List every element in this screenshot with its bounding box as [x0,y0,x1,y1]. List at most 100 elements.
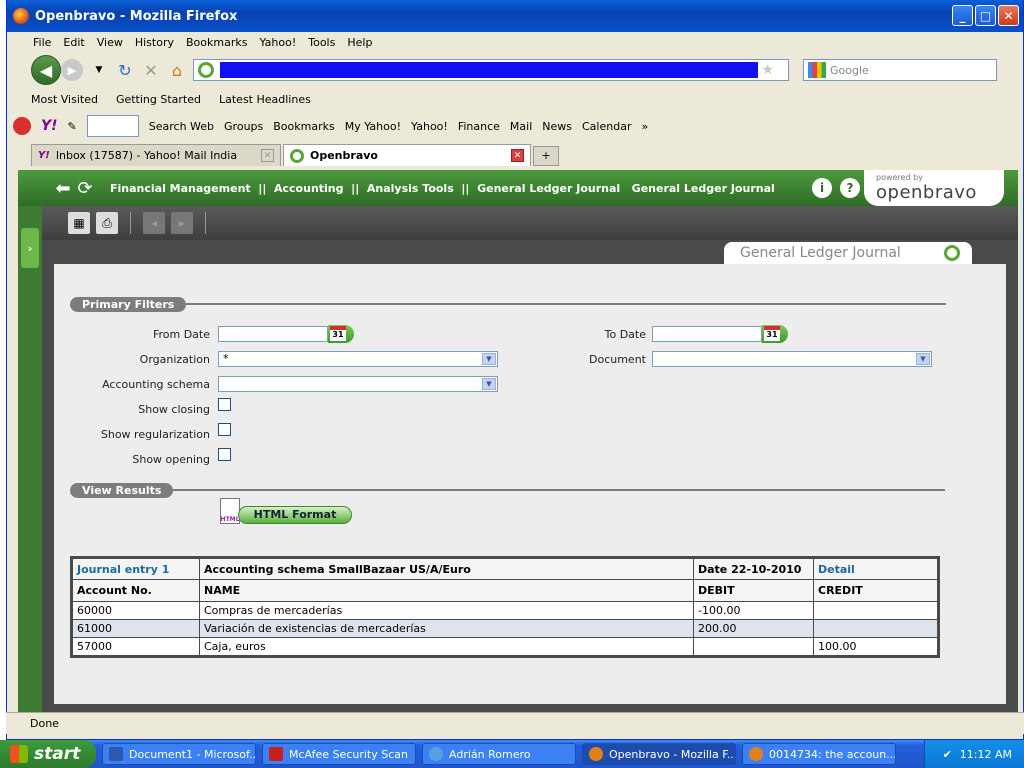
expand-menu-icon[interactable]: › [21,228,39,268]
taskbar-item-chat[interactable]: Adrián Romero [422,743,576,765]
search-input[interactable]: Google [830,64,869,77]
toolbar-separator [205,212,206,234]
tab-openbravo[interactable]: Openbravo ✕ [283,144,531,166]
tab-close-icon[interactable]: ✕ [511,149,524,162]
firefox-icon [589,747,603,761]
bookmarks-bar: Most Visited Getting Started Latest Head… [7,88,1023,110]
pencil-icon[interactable]: ✎ [68,120,77,133]
taskbar-item-firefox-2[interactable]: 0014734: the accoun... [742,743,896,765]
menu-history[interactable]: History [135,36,174,49]
html-format-button[interactable]: HTML HTML Format [220,498,356,526]
chevron-down-icon[interactable]: ▼ [482,353,496,365]
date-cell: Date 22-10-2010 [693,557,814,580]
menu-bookmarks[interactable]: Bookmarks [186,36,247,49]
bookmark-getting-started[interactable]: Getting Started [116,93,201,106]
accounting-schema-select[interactable]: ▼ [218,376,498,392]
chevron-down-icon[interactable]: ▼ [482,378,496,390]
table-row: 57000 Caja, euros 100.00 [71,637,939,657]
windows-flag-icon [10,745,28,763]
toolbar-search-field[interactable] [86,115,139,137]
html-format-label: HTML Format [238,506,352,524]
reload-icon[interactable]: ↻ [115,60,135,80]
menu-help[interactable]: Help [347,36,372,49]
yahoo-logo-icon[interactable]: Y! [41,118,58,134]
refresh-icon[interactable]: ⟳ [74,177,96,199]
minimize-button[interactable]: _ [952,5,973,26]
print-icon[interactable]: ⎙ [96,212,118,234]
breadcrumb[interactable]: Financial Management || Accounting || An… [110,182,775,195]
toolbar-bookmarks[interactable]: Bookmarks [273,120,334,133]
firefox-icon [13,8,29,24]
bookmark-latest-headlines[interactable]: Latest Headlines [219,93,311,106]
previous-icon[interactable]: ◂ [143,212,165,234]
status-text: Done [30,717,59,730]
mcafee-icon[interactable] [13,117,31,135]
taskbar-item-openbravo[interactable]: Openbravo - Mozilla F... [582,743,736,765]
close-button[interactable]: ✕ [998,5,1019,26]
toolbar-finance[interactable]: Finance [458,120,500,133]
next-icon[interactable]: ▸ [171,212,193,234]
toolbar-groups[interactable]: Groups [224,120,263,133]
toolbar-more[interactable]: » [641,120,648,133]
bookmark-star-icon[interactable]: ★ [761,62,774,78]
tab-yahoo-mail[interactable]: Y! Inbox (17587) - Yahoo! Mail India ✕ [31,144,281,166]
show-regularization-checkbox[interactable] [218,423,231,436]
toolbar-news[interactable]: News [542,120,572,133]
detail-link[interactable]: Detail [813,557,939,580]
menu-file[interactable]: File [33,36,51,49]
info-icon[interactable]: i [812,178,832,198]
history-dropdown-icon[interactable]: ▼ [89,60,109,80]
toolbar-mail[interactable]: Mail [510,120,532,133]
maximize-button[interactable]: □ [975,5,996,26]
menu-yahoo[interactable]: Yahoo! [259,36,296,49]
to-date-calendar-icon[interactable]: 31 [762,325,788,343]
taskbar-item-mcafee[interactable]: McAfee Security Scan [262,743,416,765]
organization-select[interactable]: * ▼ [218,351,498,367]
stop-icon[interactable]: ✕ [141,60,161,80]
chevron-down-icon[interactable]: ▼ [916,353,930,365]
toolbar-yahoo[interactable]: Yahoo! [411,120,448,133]
forward-button[interactable]: ▶ [61,59,83,81]
bookmark-most-visited[interactable]: Most Visited [31,93,98,106]
word-icon [109,747,123,761]
section-title: Primary Filters [70,296,187,312]
help-icon[interactable]: ? [840,178,860,198]
menu-tools[interactable]: Tools [308,36,335,49]
back-arrow-icon[interactable]: ⬅ [52,177,74,199]
view-results-header[interactable]: View Results [70,482,946,498]
journal-table: Journal entry 1 Accounting schema SmallB… [70,556,940,658]
home-icon[interactable]: ⌂ [167,60,187,80]
tab-label: Inbox (17587) - Yahoo! Mail India [55,149,238,162]
start-button[interactable]: start [0,740,96,768]
tab-label: Openbravo [310,149,378,162]
back-button[interactable]: ◀ [31,55,61,85]
tray-icon[interactable]: ✔ [943,748,952,761]
new-tab-button[interactable]: + [533,146,559,166]
taskbar-item-word[interactable]: Document1 - Microsof... [102,743,256,765]
name-cell: Variación de existencias de mercaderías [199,619,694,638]
tab-close-icon[interactable]: ✕ [261,149,274,162]
window-title-label: General Ledger Journal [740,245,901,261]
show-closing-checkbox[interactable] [218,398,231,411]
url-bar[interactable]: ★ [193,59,789,81]
menu-edit[interactable]: Edit [63,36,84,49]
journal-entry-link[interactable]: Journal entry 1 [71,557,200,580]
export-excel-icon[interactable]: ▦ [68,212,90,234]
menu-view[interactable]: View [97,36,123,49]
show-opening-checkbox[interactable] [218,448,231,461]
from-date-calendar-icon[interactable]: 31 [328,325,354,343]
toolbar-calendar[interactable]: Calendar [582,120,631,133]
title-bar[interactable]: Openbravo - Mozilla Firefox _ □ ✕ [7,0,1023,32]
toolbar-my-yahoo[interactable]: My Yahoo! [345,120,401,133]
to-date-input[interactable] [652,326,762,342]
column-credit: CREDIT [813,579,939,602]
schema-cell: Accounting schema SmallBazaar US/A/Euro [199,557,694,580]
toolbar-search-web[interactable]: Search Web [149,120,214,133]
openbravo-page: ⬅ ⟳ Financial Management || Accounting |… [18,170,1018,712]
document-select[interactable]: ▼ [652,351,932,367]
search-box[interactable]: Google [803,59,997,81]
url-text-redacted [220,62,758,78]
clock: 11:12 AM [959,747,1012,761]
primary-filters-header[interactable]: Primary Filters [70,296,947,312]
from-date-input[interactable] [218,326,328,342]
